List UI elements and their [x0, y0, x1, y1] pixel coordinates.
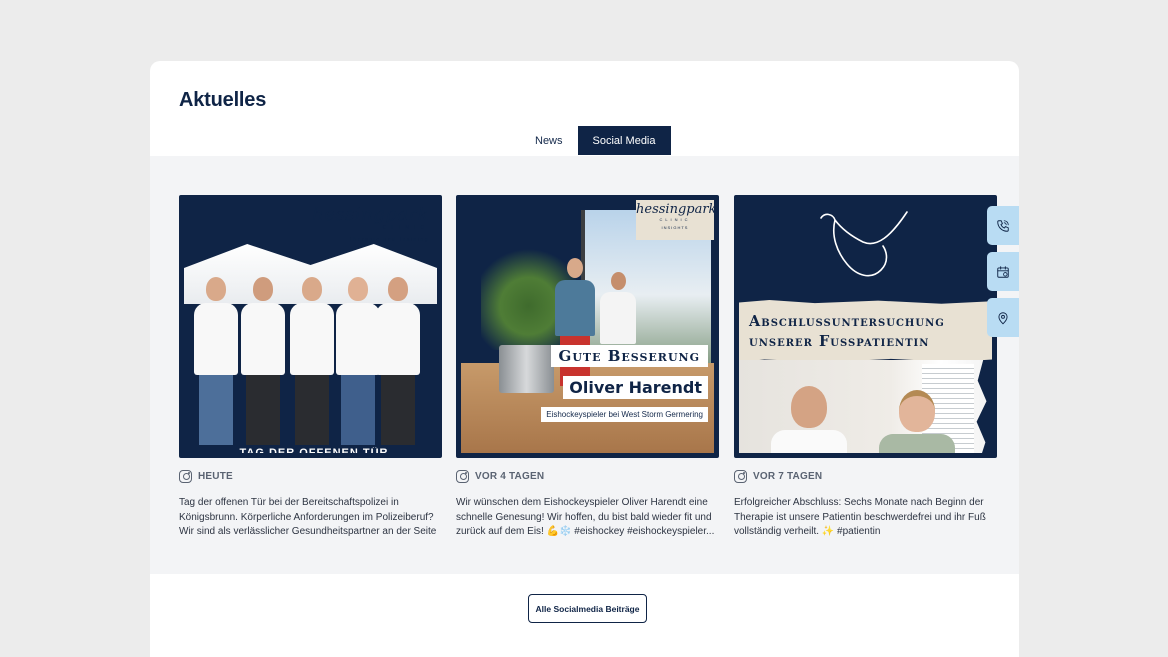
section-title: Aktuelles [179, 89, 267, 111]
person [771, 386, 847, 453]
photo [739, 360, 992, 453]
person [879, 390, 955, 453]
person [336, 277, 380, 445]
hessingpark-logo: hessingpark CLINIC Therapie und Training [312, 204, 429, 243]
tab-bar: News Social Media [520, 126, 671, 156]
tab-social-media[interactable]: Social Media [577, 126, 671, 155]
post-meta: VOR 4 TAGEN [456, 468, 719, 484]
post-meta: HEUTE [179, 468, 442, 484]
instagram-icon [456, 469, 469, 483]
news-card: Aktuelles News Social Media hessingpark … [150, 61, 1019, 657]
location-pin-icon [998, 311, 1008, 324]
event-banner: TAG DER OFFENEN TÜR [224, 447, 404, 453]
tab-news[interactable]: News [520, 126, 578, 155]
person [376, 277, 420, 445]
appointment-button[interactable] [987, 252, 1019, 291]
instagram-icon [179, 469, 192, 483]
post-meta: VOR 7 TAGEN [734, 468, 997, 484]
image-caption-title: Gute Besserung [550, 345, 708, 367]
post-image[interactable]: Abschlussuntersuchung unserer Fusspatien… [734, 195, 997, 458]
person [241, 277, 285, 445]
person [290, 277, 334, 445]
image-caption-name: Oliver Harendt [563, 376, 708, 399]
post-time: HEUTE [198, 470, 233, 482]
image-caption-role: Eishockeyspieler bei West Storm Germerin… [541, 407, 708, 422]
post-time: VOR 4 TAGEN [475, 470, 545, 482]
post-image[interactable]: hessingpark CLINIC Therapie und Training… [179, 195, 442, 458]
post-time: VOR 7 TAGEN [753, 470, 823, 482]
instagram-icon [734, 469, 747, 483]
calendar-icon [997, 265, 1009, 278]
phone-icon [997, 219, 1009, 232]
plant-pot [499, 345, 554, 393]
quick-action-rail [987, 206, 1019, 344]
hessingpark-logo: hessingpark CLINIC INSIGHTS [636, 200, 714, 240]
social-feed: hessingpark CLINIC Therapie und Training… [150, 156, 1019, 574]
person [194, 277, 238, 445]
person [599, 272, 637, 352]
person [553, 258, 597, 388]
all-social-posts-button[interactable]: Alle Socialmedia Beiträge [528, 594, 647, 623]
post-text: Tag der offenen Tür bei der Bereitschaft… [179, 497, 437, 538]
post-text: Wir wünschen dem Eishockeyspieler Oliver… [456, 497, 715, 538]
post-card[interactable]: hessingpark CLINIC INSIGHTS Gute Besseru… [456, 195, 719, 540]
post-image[interactable]: hessingpark CLINIC INSIGHTS Gute Besseru… [456, 195, 719, 458]
phone-button[interactable] [987, 206, 1019, 245]
post-text: Erfolgreicher Abschluss: Sechs Monate na… [734, 497, 986, 538]
image-headline: Abschlussuntersuchung unserer Fusspatien… [749, 313, 945, 350]
post-card[interactable]: hessingpark CLINIC Therapie und Training… [179, 195, 442, 540]
location-button[interactable] [987, 298, 1019, 337]
post-card[interactable]: Abschlussuntersuchung unserer Fusspatien… [734, 195, 997, 540]
foot-icon [820, 211, 908, 277]
